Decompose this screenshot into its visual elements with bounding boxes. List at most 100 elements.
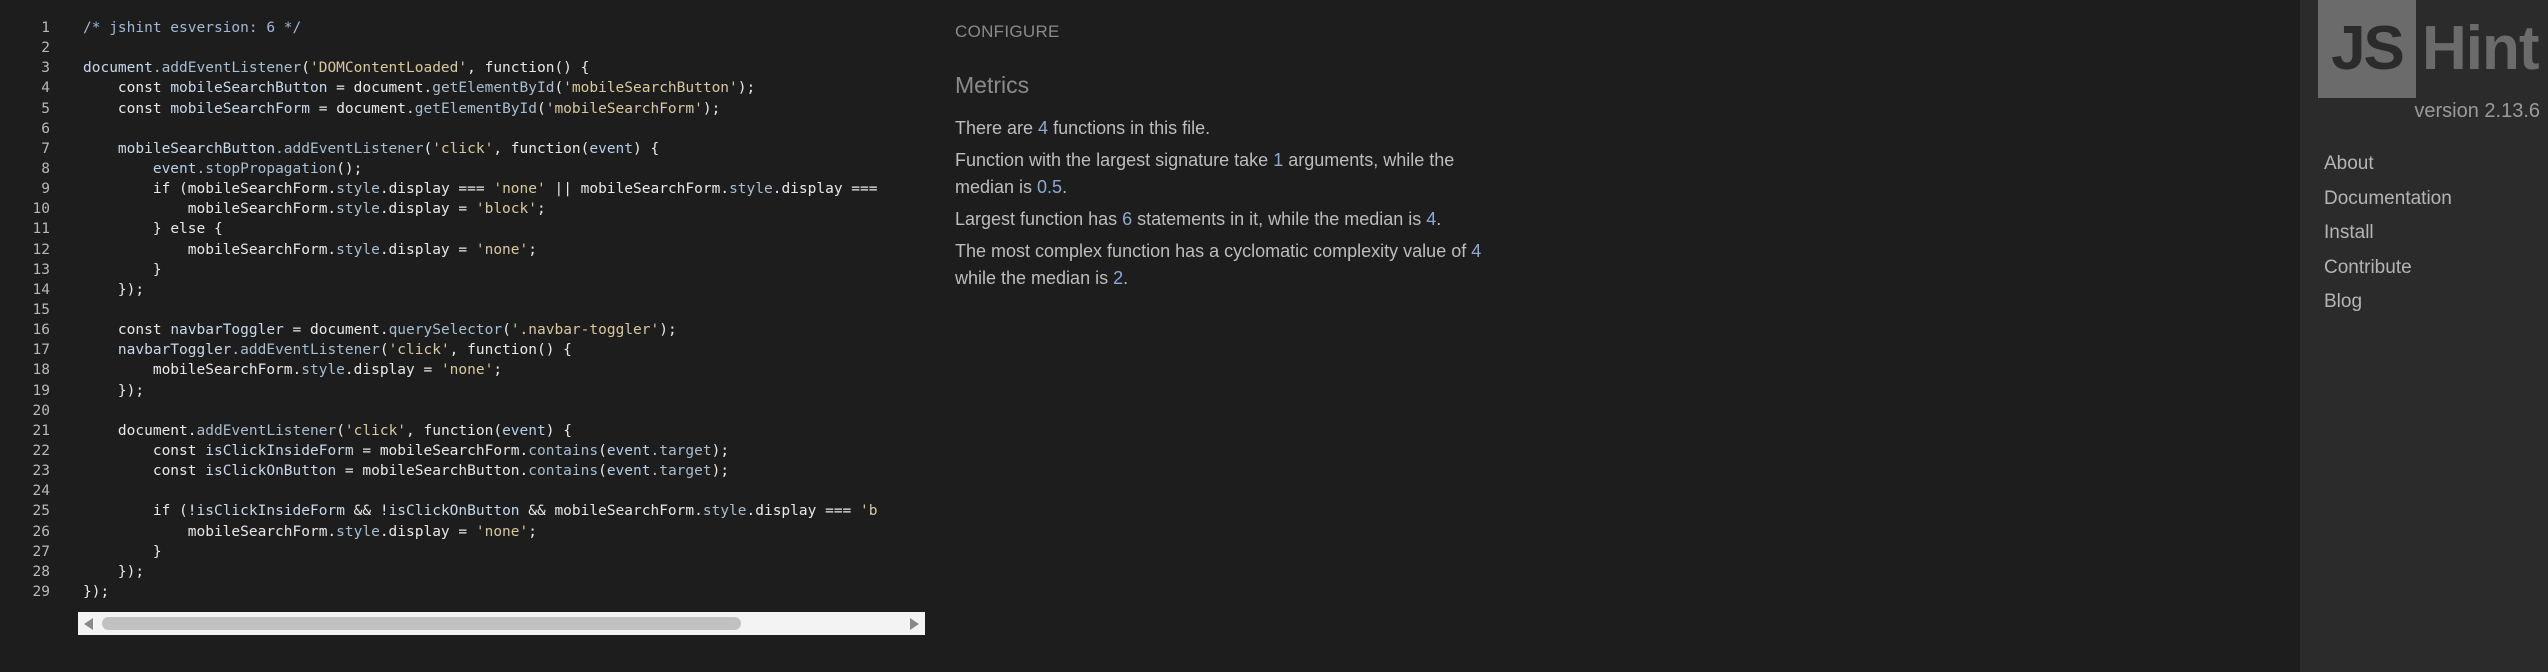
line-number: 26 bbox=[32, 523, 50, 540]
code-token: ; bbox=[536, 201, 546, 218]
code-token: = document. bbox=[327, 80, 433, 97]
metrics-heading: Metrics bbox=[955, 72, 1030, 98]
code-line: if (mobileSearchForm.style.display === '… bbox=[83, 179, 925, 199]
metric-value: 4 bbox=[1426, 209, 1437, 229]
metric-value: 1 bbox=[1273, 150, 1284, 170]
code-token: const bbox=[152, 442, 206, 459]
code-area[interactable]: /* jshint esversion: 6 */ document.addEv… bbox=[83, 18, 925, 602]
nav-link-documentation[interactable]: Documentation bbox=[2324, 185, 2452, 220]
code-token: style bbox=[336, 201, 380, 218]
line-number: 14 bbox=[32, 281, 50, 298]
sidebar: JS Hint version 2.13.6 About Documentatio… bbox=[2300, 0, 2548, 672]
metric-value: 6 bbox=[1122, 209, 1133, 229]
code-token: , bbox=[406, 422, 424, 439]
line-number: 9 bbox=[41, 181, 50, 198]
line-number: 27 bbox=[32, 543, 50, 560]
code-token: querySelector bbox=[388, 322, 503, 339]
line-number: 6 bbox=[41, 120, 50, 137]
code-token: || mobileSearchForm. bbox=[545, 181, 730, 198]
code-token: 'click' bbox=[388, 342, 450, 359]
metric-text: There are bbox=[955, 118, 1039, 138]
code-token: .display === bbox=[379, 181, 494, 198]
code-token: mobileSearchForm. bbox=[83, 523, 337, 540]
jshint-logo[interactable]: JS Hint bbox=[2318, 0, 2548, 100]
line-number: 15 bbox=[32, 301, 50, 318]
code-token: } bbox=[83, 543, 162, 560]
line-number: 22 bbox=[32, 442, 50, 459]
code-token: .addEventListener bbox=[231, 342, 380, 359]
code-token: event bbox=[606, 463, 651, 480]
code-token: addEventListener bbox=[196, 422, 337, 439]
code-token: = mobileSearchForm. bbox=[353, 442, 529, 459]
code-token: .target bbox=[650, 463, 712, 480]
metric-text: while the median is bbox=[955, 268, 1114, 288]
code-line: } else { bbox=[83, 219, 925, 239]
metric-item: There are 4 functions in this file. bbox=[955, 115, 1495, 142]
line-number: 7 bbox=[41, 140, 50, 157]
code-line: const mobileSearchButton = document.getE… bbox=[83, 78, 925, 98]
code-token: document. bbox=[83, 422, 197, 439]
code-token: .display = bbox=[344, 362, 441, 379]
scrollbar-thumb[interactable] bbox=[102, 617, 741, 630]
metric-value: 4 bbox=[1471, 241, 1482, 261]
code-token: isClickOnButton bbox=[388, 503, 520, 520]
scroll-right-arrow-icon[interactable] bbox=[910, 618, 919, 630]
code-token: 'mobileSearchButton' bbox=[563, 80, 738, 97]
code-token: () { bbox=[554, 60, 590, 77]
line-number: 25 bbox=[32, 503, 50, 520]
code-line: const mobileSearchForm = document.getEle… bbox=[83, 99, 925, 119]
metric-item: Function with the largest signature take… bbox=[955, 147, 1495, 201]
scroll-left-arrow-icon[interactable] bbox=[84, 618, 93, 630]
code-token: event bbox=[606, 442, 651, 459]
code-token: mobileSearchButton bbox=[170, 80, 328, 97]
horizontal-scrollbar[interactable] bbox=[78, 612, 925, 635]
line-number: 10 bbox=[32, 201, 50, 218]
code-token: ( bbox=[554, 80, 564, 97]
code-token: isClickInsideForm bbox=[205, 442, 354, 459]
code-line: mobileSearchButton.addEventListener('cli… bbox=[83, 139, 925, 159]
code-token: ; bbox=[493, 362, 503, 379]
code-editor[interactable]: 1 2 3 4 5 6 7 8 9 10 11 12 13 14 15 16 17 18 19 20 21 22 23 24 2… bbox=[0, 0, 925, 672]
configure-link[interactable]: CONFIGURE bbox=[955, 22, 1060, 42]
code-line: }); bbox=[83, 582, 925, 602]
code-token: && mobileSearchForm. bbox=[519, 503, 703, 520]
code-token: mobileSearchForm. bbox=[83, 201, 337, 218]
nav-link-install[interactable]: Install bbox=[2324, 219, 2452, 254]
code-token: } bbox=[83, 261, 162, 278]
code-token: navbarToggler bbox=[117, 342, 232, 359]
metric-text: . bbox=[1123, 268, 1129, 288]
code-token: mobileSearchForm bbox=[170, 100, 310, 117]
code-token: = mobileSearchButton. bbox=[336, 463, 529, 480]
code-token: 'mobileSearchForm' bbox=[545, 100, 703, 117]
code-line: document.addEventListener('DOMContentLoa… bbox=[83, 58, 925, 78]
line-number: 1 bbox=[41, 20, 50, 36]
code-token: '.navbar-toggler' bbox=[510, 322, 660, 339]
nav-link-about[interactable]: About bbox=[2324, 150, 2452, 185]
line-number: 16 bbox=[32, 322, 50, 339]
line-number: 21 bbox=[32, 422, 50, 439]
code-token: isClickOnButton bbox=[205, 463, 337, 480]
code-line: }); bbox=[83, 280, 925, 300]
code-token: , bbox=[467, 60, 485, 77]
code-token: .addEventListener bbox=[275, 140, 424, 157]
line-number: 3 bbox=[41, 60, 50, 77]
line-number: 17 bbox=[32, 342, 50, 359]
metric-value: 2 bbox=[1113, 268, 1124, 288]
nav-link-contribute[interactable]: Contribute bbox=[2324, 254, 2452, 289]
code-line: mobileSearchForm.style.display = 'block'… bbox=[83, 199, 925, 219]
nav-link-blog[interactable]: Blog bbox=[2324, 288, 2452, 323]
line-number: 24 bbox=[32, 483, 50, 500]
code-token: isClickInsideForm bbox=[196, 503, 345, 520]
line-number: 13 bbox=[32, 261, 50, 278]
code-token: = document. bbox=[283, 322, 389, 339]
code-token: ( bbox=[423, 140, 433, 157]
code-token: ); bbox=[737, 80, 756, 97]
code-token: .addEventListener bbox=[152, 60, 302, 77]
code-line: event.stopPropagation(); bbox=[83, 159, 925, 179]
metric-text: The most complex function has a cyclomat… bbox=[955, 241, 1472, 261]
line-number: 11 bbox=[32, 221, 50, 238]
